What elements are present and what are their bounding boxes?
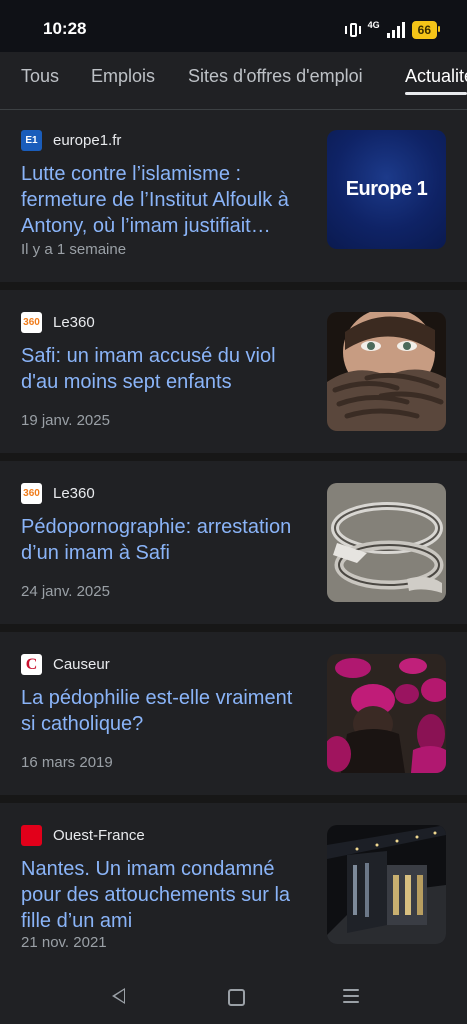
status-time: 10:28 xyxy=(43,19,87,38)
le360-favicon-icon: 360 xyxy=(21,483,42,504)
back-icon[interactable] xyxy=(112,988,125,1004)
network-type: 4G xyxy=(367,20,380,30)
news-headline[interactable]: Nantes. Un imam condamné pour des attouc… xyxy=(21,856,311,934)
system-nav-bar xyxy=(0,972,467,1024)
news-thumbnail[interactable] xyxy=(327,483,446,602)
news-source: 360 Le360 xyxy=(21,483,95,504)
card-separator xyxy=(0,624,467,632)
news-source: 360 Le360 xyxy=(21,312,95,333)
news-headline[interactable]: La pédophilie est-elle vraiment si catho… xyxy=(21,685,311,737)
card-separator xyxy=(0,282,467,290)
hand-over-mouth-photo xyxy=(327,312,446,431)
card-separator xyxy=(0,453,467,461)
source-name: Ouest-France xyxy=(53,827,145,844)
source-name: Causeur xyxy=(53,656,110,673)
news-source: Ouest-France xyxy=(21,825,145,846)
tab-emplois[interactable]: Emplois xyxy=(91,66,155,87)
courthouse-photo xyxy=(327,825,446,944)
europe1-favicon-icon: E1 xyxy=(21,130,42,151)
source-name: Le360 xyxy=(53,485,95,502)
search-tabs: Tous Emplois Sites d'offres d'emploi Act… xyxy=(0,52,467,110)
news-source: C Causeur xyxy=(21,654,110,675)
vibrate-icon xyxy=(344,21,361,39)
news-headline[interactable]: Safi: un imam accusé du viol d'au moins … xyxy=(21,343,311,395)
card-separator xyxy=(0,795,467,803)
ouest-france-favicon-icon xyxy=(21,825,42,846)
bishops-photo xyxy=(327,654,446,773)
news-source: E1 europe1.fr xyxy=(21,130,121,151)
signal-icon xyxy=(386,22,405,38)
status-icons: 4G 66 xyxy=(344,20,441,40)
le360-favicon-icon: 360 xyxy=(21,312,42,333)
news-card[interactable]: E1 europe1.fr Lutte contre l’islamisme :… xyxy=(0,110,467,283)
battery-icon: 66 xyxy=(411,21,441,39)
status-bar: 10:28 4G 66 xyxy=(0,0,467,52)
news-thumbnail[interactable]: Europe 1 xyxy=(327,130,446,249)
tab-tous[interactable]: Tous xyxy=(21,66,59,87)
news-thumbnail[interactable] xyxy=(327,654,446,773)
news-headline[interactable]: Pédopornographie: arrestation d’un imam … xyxy=(21,514,311,566)
handcuffs-photo xyxy=(327,483,446,602)
tab-sites-emploi[interactable]: Sites d'offres d'emploi xyxy=(188,66,363,87)
news-card[interactable]: 360 Le360 Pédopornographie: arrestation … xyxy=(0,461,467,625)
europe1-logo: Europe 1 xyxy=(345,178,428,200)
causeur-favicon-icon: C xyxy=(21,654,42,675)
news-card[interactable]: C Causeur La pédophilie est-elle vraimen… xyxy=(0,632,467,796)
source-name: europe1.fr xyxy=(53,132,122,149)
news-thumbnail[interactable] xyxy=(327,825,446,944)
news-thumbnail[interactable] xyxy=(327,312,446,431)
news-card[interactable]: Ouest-France Nantes. Un imam condamné po… xyxy=(0,803,467,972)
news-date: Il y a 1 semaine xyxy=(21,241,127,258)
news-date: 24 janv. 2025 xyxy=(21,583,110,600)
news-date: 19 janv. 2025 xyxy=(21,412,110,429)
news-card[interactable]: 360 Le360 Safi: un imam accusé du viol d… xyxy=(0,290,467,454)
news-date: 21 nov. 2021 xyxy=(21,934,107,951)
source-name: Le360 xyxy=(53,314,95,331)
active-tab-indicator xyxy=(405,92,467,95)
tab-actualites[interactable]: Actualités xyxy=(405,66,467,87)
news-date: 16 mars 2019 xyxy=(21,754,113,771)
home-icon[interactable] xyxy=(228,989,245,1006)
recents-icon[interactable] xyxy=(343,989,359,1003)
news-headline[interactable]: Lutte contre l’islamisme : fermeture de … xyxy=(21,161,311,239)
